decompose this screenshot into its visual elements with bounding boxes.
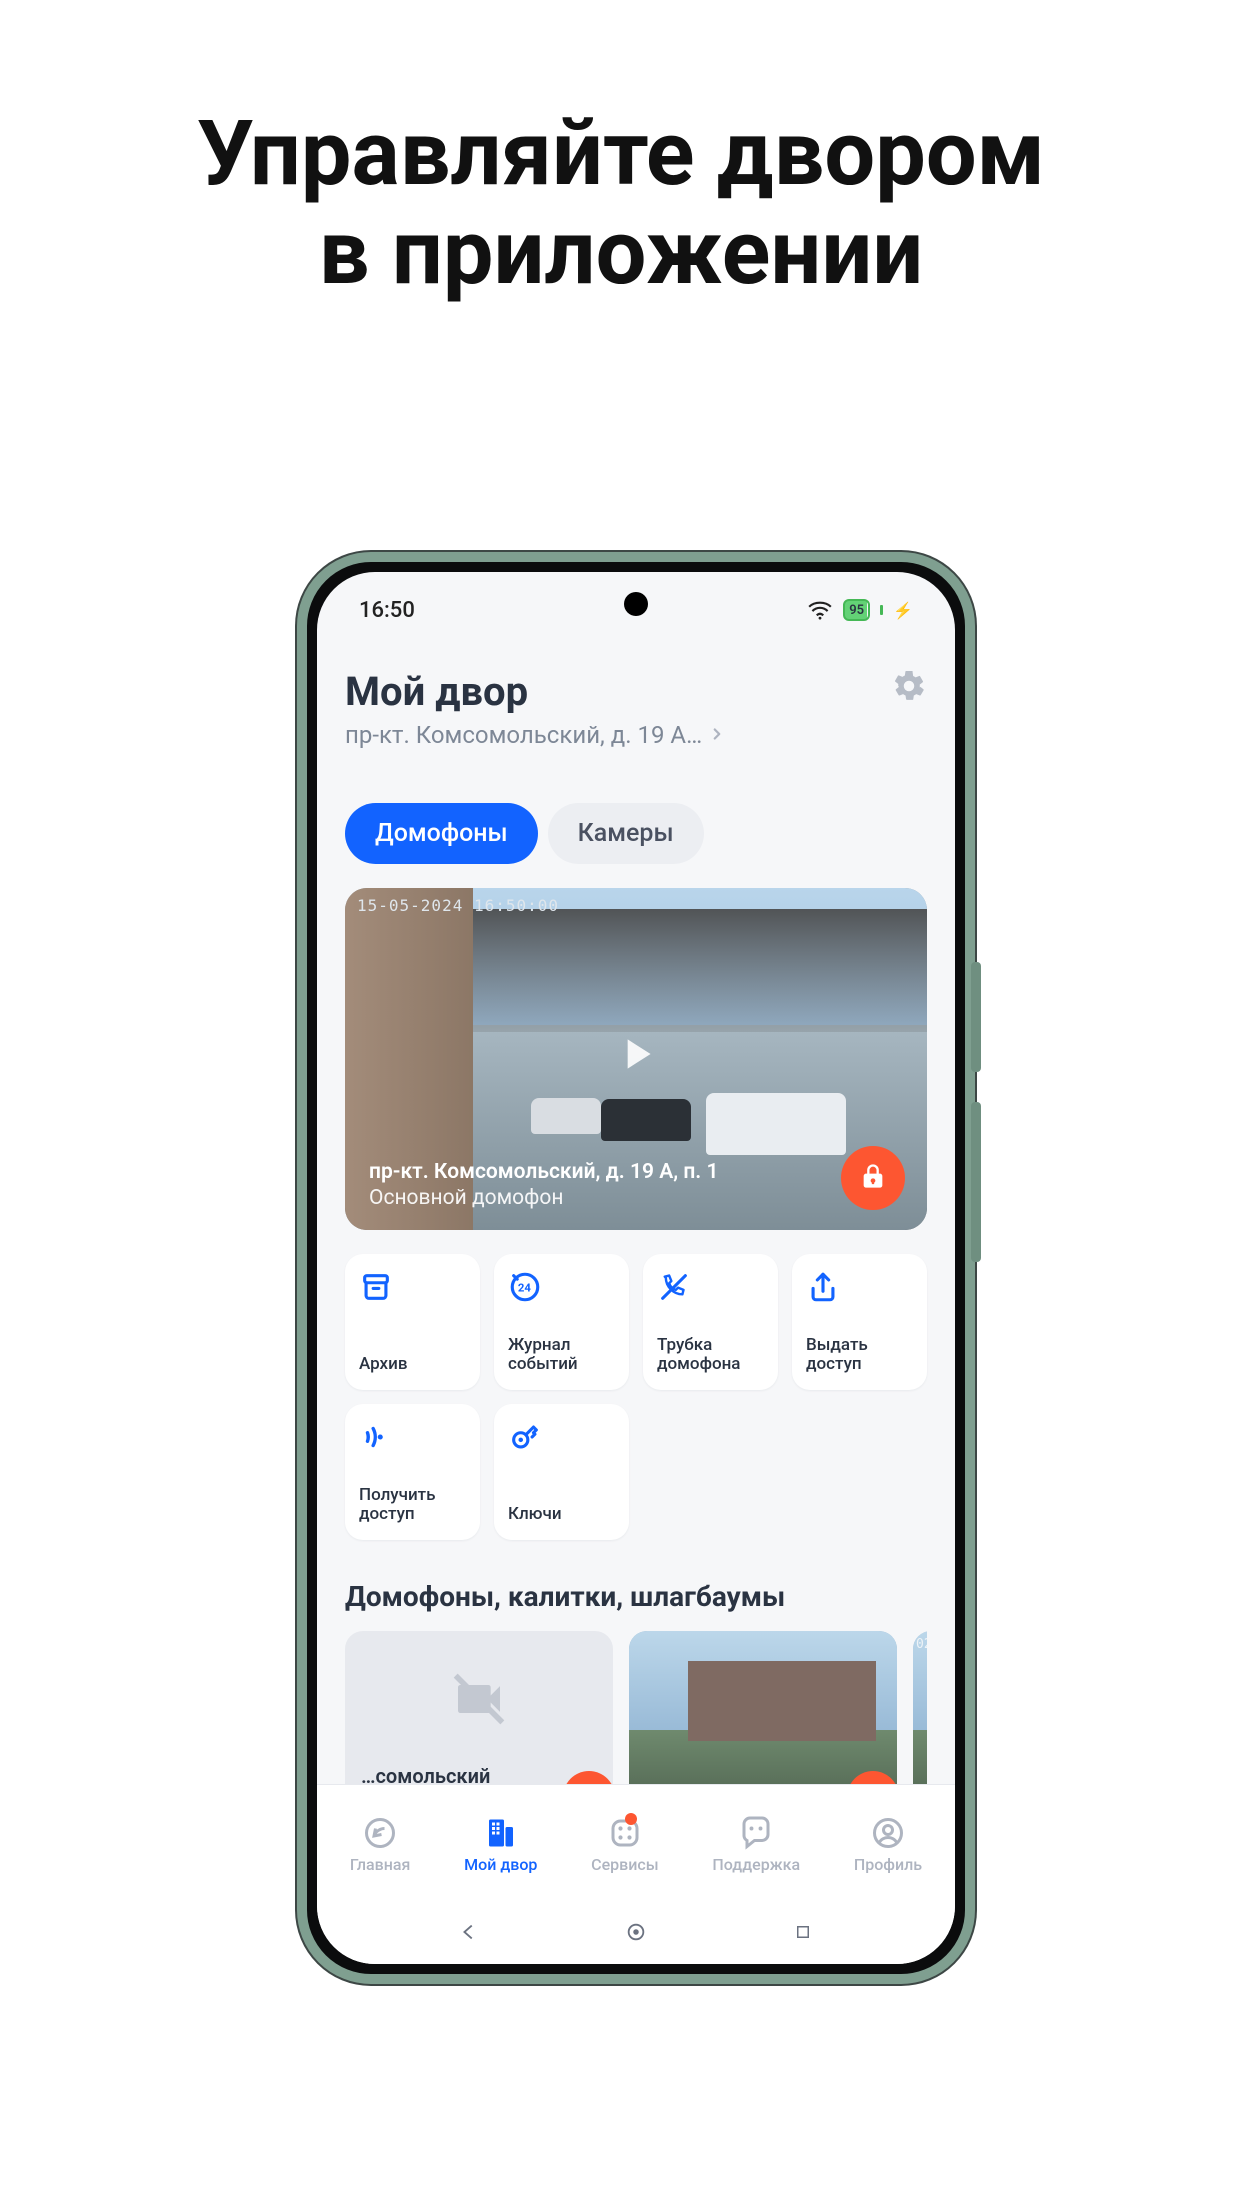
camera-address: пр-кт. Комсомольский, д. 19 А, п. 1 <box>369 1160 807 1184</box>
camera-notch <box>624 592 648 616</box>
system-nav <box>317 1900 955 1964</box>
handset-off-icon <box>657 1270 691 1304</box>
sys-back-icon[interactable] <box>454 1917 484 1947</box>
settings-button[interactable] <box>891 668 927 708</box>
phone-side-button <box>971 962 981 1072</box>
view-tabs: Домофоны Камеры <box>345 803 927 864</box>
share-icon <box>806 1270 840 1304</box>
phone-side-button <box>971 1102 981 1262</box>
camera-bg <box>706 1093 846 1155</box>
archive-icon <box>359 1270 393 1304</box>
address-text: пр-кт. Комсомольский, д. 19 А… <box>345 721 702 749</box>
action-keys[interactable]: Ключи <box>494 1404 629 1540</box>
tab-cameras[interactable]: Камеры <box>548 803 704 864</box>
camera-bg <box>450 909 927 1032</box>
page-title: Мой двор <box>345 668 726 715</box>
camera-bg <box>601 1099 691 1141</box>
action-grid: Архив 24 Журнал событий Трубка домофона <box>345 1254 927 1540</box>
play-icon[interactable] <box>611 1029 661 1079</box>
nav-home[interactable]: Главная <box>350 1815 411 1874</box>
action-label: Ключи <box>508 1505 615 1524</box>
gate-label: …сомольский <box>361 1764 490 1784</box>
gates-list[interactable]: …сомольский д. 19 А …сомольский <box>345 1631 927 1784</box>
notification-badge <box>625 1813 637 1825</box>
key-icon <box>508 1420 542 1454</box>
nav-profile[interactable]: Профиль <box>854 1815 922 1874</box>
nav-label: Главная <box>350 1855 411 1874</box>
clock24-icon: 24 <box>508 1270 542 1304</box>
lock-icon <box>859 1162 887 1194</box>
action-event-log[interactable]: 24 Журнал событий <box>494 1254 629 1390</box>
tab-intercoms[interactable]: Домофоны <box>345 803 538 864</box>
action-label: Трубка домофона <box>657 1336 764 1374</box>
section-title: Домофоны, калитки, шлагбаумы <box>345 1580 927 1613</box>
action-label: Журнал событий <box>508 1336 615 1374</box>
main-content[interactable]: Мой двор пр-кт. Комсомольский, д. 19 А… … <box>317 640 955 1784</box>
gate-card[interactable]: …сомольский д. 19 А <box>345 1631 613 1784</box>
main-camera-card[interactable]: 15-05-2024 16:50:00 пр-кт. Комсомольский… <box>345 888 927 1230</box>
camera-bg <box>688 1661 876 1741</box>
battery-cap <box>880 605 883 615</box>
action-archive[interactable]: Архив <box>345 1254 480 1390</box>
gate-card[interactable]: …сомольский <box>629 1631 897 1784</box>
promo-title: Управляйте двором в приложении <box>0 104 1242 302</box>
unlock-button[interactable] <box>841 1146 905 1210</box>
svg-text:24: 24 <box>518 1280 531 1294</box>
signal-icon <box>359 1420 393 1454</box>
sys-recent-icon[interactable] <box>788 1917 818 1947</box>
action-label: Получить доступ <box>359 1486 466 1524</box>
battery-icon: 95 <box>843 599 870 621</box>
camera-label: Основной домофон <box>369 1186 807 1210</box>
sys-home-icon[interactable] <box>621 1917 651 1947</box>
bottom-nav: Главная Мой двор Сервисы Поддержка Профи… <box>317 1784 955 1900</box>
camera-off-icon <box>451 1671 507 1731</box>
phone-frame: 16:50 95 ⚡ Мой двор пр- <box>297 552 975 1984</box>
address-selector[interactable]: пр-кт. Комсомольский, д. 19 А… <box>345 721 726 749</box>
phone-screen: 16:50 95 ⚡ Мой двор пр- <box>317 572 955 1964</box>
promo-line1: Управляйте двором <box>0 104 1242 203</box>
nav-label: Поддержка <box>712 1855 800 1874</box>
camera-timestamp: 15-05-2024 16:50:00 <box>357 896 559 915</box>
nav-yard[interactable]: Мой двор <box>464 1815 537 1874</box>
camera-bg <box>531 1098 601 1134</box>
nav-services[interactable]: Сервисы <box>591 1815 658 1874</box>
nav-label: Сервисы <box>591 1855 658 1874</box>
camera-bg <box>913 1730 927 1784</box>
nav-label: Мой двор <box>464 1855 537 1874</box>
action-label: Выдать доступ <box>806 1336 913 1374</box>
battery-pct: 95 <box>849 603 864 618</box>
unlock-button[interactable] <box>563 1771 613 1784</box>
nav-support[interactable]: Поддержка <box>712 1815 800 1874</box>
nav-label: Профиль <box>854 1855 922 1874</box>
action-handset[interactable]: Трубка домофона <box>643 1254 778 1390</box>
action-label: Архив <box>359 1355 466 1374</box>
chevron-right-icon <box>708 721 726 749</box>
gate-card[interactable]: 024 18 …со <box>913 1631 927 1784</box>
status-time: 16:50 <box>359 598 415 623</box>
action-grant-access[interactable]: Выдать доступ <box>792 1254 927 1390</box>
wifi-icon <box>807 600 833 620</box>
action-get-access[interactable]: Получить доступ <box>345 1404 480 1540</box>
promo-line2: в приложении <box>0 203 1242 302</box>
charging-icon: ⚡ <box>893 601 913 620</box>
camera-timestamp: 024 18 <box>916 1637 927 1652</box>
